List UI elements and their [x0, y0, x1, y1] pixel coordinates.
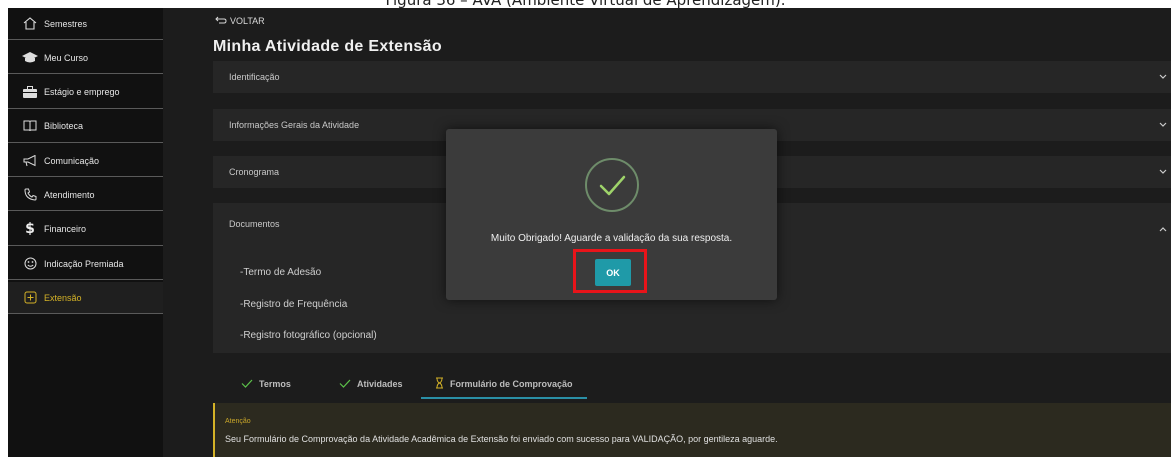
sidebar-item-label: Indicação Premiada	[44, 258, 124, 269]
dialog-message: Muito Obrigado! Aguarde a validação da s…	[490, 233, 733, 244]
sidebar-item-atendimento[interactable]: Atendimento	[8, 179, 163, 212]
tab-label: Formulário de Comprovação	[450, 379, 573, 389]
back-arrow-icon	[215, 16, 227, 26]
book-icon	[22, 119, 38, 133]
sidebar-item-indicacao[interactable]: Indicação Premiada	[8, 248, 163, 281]
sidebar-item-biblioteca[interactable]: Biblioteca	[8, 111, 163, 143]
briefcase-icon	[22, 85, 38, 99]
tab-label: Atividades	[357, 379, 403, 389]
active-tab-indicator	[421, 397, 587, 399]
sidebar-item-comunicacao[interactable]: Comunicação	[8, 145, 163, 178]
back-link[interactable]: VOLTAR	[215, 16, 265, 26]
sidebar-item-label: Semestres	[44, 18, 88, 29]
chevron-up-icon[interactable]	[1159, 219, 1167, 237]
notice-text: Seu Formulário de Comprovação da Ativida…	[225, 434, 778, 444]
figure-caption-text: Figura 36 – AVA (Ambiente Virtual de Apr…	[0, 0, 1171, 8]
sidebar-item-label: Financeiro	[44, 224, 87, 235]
figure-caption: Figura 36 – AVA (Ambiente Virtual de Apr…	[0, 0, 1171, 8]
sidebar-item-meu-curso[interactable]: Meu Curso	[8, 42, 163, 75]
smile-icon	[22, 257, 38, 271]
phone-icon	[22, 188, 38, 202]
sidebar-item-label: Estágio e emprego	[44, 87, 120, 98]
panel-label[interactable]: Documentos	[229, 219, 280, 229]
chevron-down-icon	[1159, 72, 1167, 82]
tab-formulario[interactable]: Formulário de Comprovação	[435, 370, 573, 398]
home-icon	[22, 17, 38, 31]
document-item-termo: -Termo de Adesão	[240, 267, 322, 278]
sidebar: Semestres Meu Curso Estágio e emprego Bi…	[8, 8, 163, 457]
sidebar-item-label: Meu Curso	[44, 52, 89, 63]
tab-bar: Termos Atividades Formulário de Comprova…	[213, 370, 1171, 399]
sidebar-item-semestres[interactable]: Semestres	[8, 8, 163, 40]
confirmation-dialog: Muito Obrigado! Aguarde a validação da s…	[446, 129, 777, 300]
notice-label: Atenção	[225, 418, 251, 425]
sidebar-item-label: Comunicação	[44, 155, 100, 166]
tab-termos[interactable]: Termos	[241, 370, 291, 398]
sidebar-item-extensao[interactable]: Extensão	[8, 282, 163, 315]
attention-notice: Atenção Seu Formulário de Comprovação da…	[213, 403, 1171, 457]
page-title: Minha Atividade de Extensão	[213, 38, 442, 55]
chevron-down-icon	[1159, 120, 1167, 130]
sidebar-item-financeiro[interactable]: $ Financeiro	[8, 214, 163, 246]
document-item-frequencia: -Registro de Frequência	[240, 299, 348, 310]
megaphone-icon	[22, 154, 38, 168]
panel-identificacao[interactable]: Identificação	[213, 61, 1171, 93]
plus-square-icon	[22, 291, 38, 305]
tab-label: Termos	[259, 379, 291, 389]
chevron-down-icon	[1159, 167, 1167, 177]
panel-label: Cronograma	[229, 167, 280, 177]
sidebar-item-label: Biblioteca	[44, 121, 84, 132]
back-link-label: VOLTAR	[230, 16, 265, 26]
check-icon	[339, 379, 351, 390]
sidebar-item-label: Atendimento	[44, 189, 95, 200]
tab-atividades[interactable]: Atividades	[339, 370, 403, 398]
dollar-icon: $	[25, 221, 35, 238]
panel-label: Identificação	[229, 72, 280, 82]
ok-button-highlight: OK	[573, 249, 647, 293]
hourglass-icon	[435, 377, 444, 391]
sidebar-item-label: Extensão	[44, 292, 82, 303]
panel-label: Informações Gerais da Atividade	[229, 120, 360, 130]
document-item-fotografico: -Registro fotográfico (opcional)	[240, 330, 377, 341]
graduation-cap-icon	[22, 51, 38, 65]
sidebar-item-estagio[interactable]: Estágio e emprego	[8, 77, 163, 109]
ok-button[interactable]: OK	[595, 259, 631, 286]
check-circle-icon	[584, 157, 640, 218]
check-icon	[241, 379, 253, 390]
